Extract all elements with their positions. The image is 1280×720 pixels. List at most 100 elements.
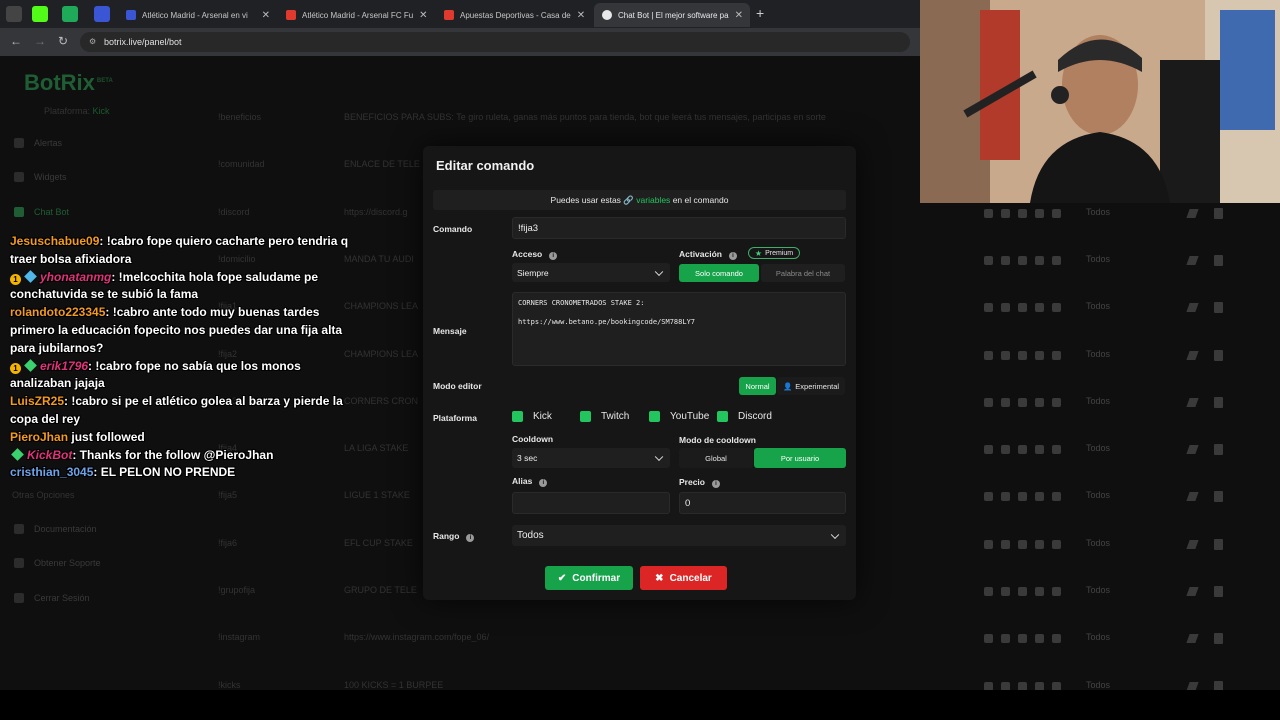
rank-value: Todos (1086, 585, 1111, 595)
command-input[interactable]: !fija3 (512, 217, 846, 239)
delete-icon[interactable] (1214, 444, 1223, 456)
activation-solo-comando-button[interactable]: Solo comando (679, 264, 759, 282)
alias-input[interactable] (512, 492, 670, 514)
platform-icon (984, 303, 993, 313)
edit-icon[interactable] (1186, 255, 1199, 265)
platform-icon (984, 539, 993, 549)
close-icon: ✖ (655, 572, 664, 584)
user-icon: 👤 (782, 381, 793, 391)
platform-discord-checkbox[interactable]: Discord (717, 411, 772, 422)
pinned-tab[interactable] (62, 6, 78, 22)
cooldown-global-button[interactable]: Global (679, 448, 753, 468)
platform-kick-checkbox[interactable]: Kick (512, 411, 552, 422)
activation-label: Activación i (679, 249, 737, 260)
star-icon: ★ (754, 248, 763, 258)
platform-icon (1018, 350, 1027, 360)
delete-icon[interactable] (1214, 633, 1223, 645)
browser-tab-active[interactable]: Chat Bot | El mejor software pa ✕ (594, 3, 750, 27)
price-input[interactable]: 0 (679, 492, 846, 514)
delete-icon[interactable] (1214, 396, 1223, 408)
rank-value: Todos (1086, 395, 1111, 406)
platform-icons (984, 492, 1061, 502)
platform-icon (1018, 303, 1027, 313)
url-field[interactable]: ⚙ botrix.live/panel/bot (80, 32, 910, 52)
delete-icon[interactable] (1214, 207, 1223, 219)
delete-icon[interactable] (1214, 254, 1223, 266)
platform-icon (1001, 350, 1010, 360)
confirm-button[interactable]: ✔ Confirmar (545, 566, 633, 590)
sidebar-item-logout[interactable]: Cerrar Sesión (14, 593, 90, 603)
platform-icon (1018, 255, 1027, 265)
delete-icon[interactable] (1214, 302, 1223, 314)
platform-icon (1035, 539, 1044, 549)
forward-icon[interactable]: → (34, 34, 46, 48)
platform-icon (1035, 255, 1044, 265)
rank-select[interactable]: Todos (512, 525, 846, 546)
info-icon[interactable]: i (712, 480, 720, 488)
editor-experimental-button[interactable]: 👤 Experimental (777, 377, 845, 395)
kick-pinned-tab[interactable] (32, 6, 48, 22)
platform-icon (1018, 397, 1027, 407)
info-icon[interactable]: i (729, 252, 737, 260)
info-icon[interactable]: i (539, 479, 548, 487)
edit-icon[interactable] (1186, 397, 1199, 407)
command-name: !kicks (218, 679, 241, 690)
bottom-bar (0, 690, 1280, 720)
command-text: BENEFICIOS PARA SUBS: Te giro ruleta, ga… (344, 112, 826, 122)
close-tab-icon[interactable]: ✕ (256, 10, 270, 21)
platform-icon (984, 445, 993, 455)
message-textarea[interactable]: CORNERS CRONOMETRADOS STAKE 2: https://w… (512, 292, 846, 366)
browser-tab[interactable]: Atlético Madrid - Arsenal en vi ✕ (118, 3, 278, 27)
reload-icon[interactable]: ↻ (58, 34, 68, 48)
pinned-tab[interactable] (94, 6, 110, 22)
support-icon (14, 558, 24, 568)
platform-icon (1001, 587, 1010, 596)
close-tab-icon[interactable]: ✕ (413, 10, 427, 21)
back-icon[interactable]: ← (10, 34, 22, 48)
edit-icon[interactable] (1186, 208, 1199, 218)
delete-icon[interactable] (1214, 349, 1223, 361)
info-icon[interactable]: i (466, 534, 475, 542)
platform-youtube-checkbox[interactable]: YouTube (649, 411, 709, 422)
browser-tab[interactable]: Atlético Madrid - Arsenal FC Fu ✕ (278, 3, 434, 27)
edit-icon[interactable] (1186, 303, 1199, 313)
edit-icon[interactable] (1186, 634, 1199, 644)
sidebar-item-alertas[interactable]: Alertas (14, 138, 62, 148)
activation-palabra-chat-button[interactable]: Palabra del chat (761, 264, 845, 282)
sidebar-item-widgets[interactable]: Widgets (14, 172, 67, 182)
platform-twitch-checkbox[interactable]: Twitch (580, 411, 629, 422)
delete-icon[interactable] (1214, 586, 1223, 597)
cancel-button[interactable]: ✖ Cancelar (640, 566, 727, 590)
info-icon[interactable]: i (549, 252, 558, 260)
command-name: !comunidad (218, 159, 265, 170)
webcam-feed (920, 0, 1280, 203)
delete-icon[interactable] (1214, 491, 1223, 503)
edit-icon[interactable] (1186, 539, 1199, 549)
access-select[interactable]: Siempre (512, 263, 670, 282)
cooldown-select[interactable]: 3 sec (512, 448, 670, 468)
delete-icon[interactable] (1214, 538, 1223, 550)
edit-icon[interactable] (1186, 587, 1199, 596)
bell-icon (14, 138, 24, 148)
close-tab-icon[interactable]: ✕ (729, 10, 743, 21)
editor-normal-button[interactable]: Normal (739, 377, 776, 395)
checkbox-icon (649, 411, 660, 422)
close-tab-icon[interactable]: ✕ (571, 10, 585, 21)
table-row: !beneficios BENEFICIOS PARA SUBS: Te giro… (200, 112, 920, 132)
new-tab-icon[interactable]: + (756, 5, 764, 21)
browser-tab[interactable]: Apuestas Deportivas - Casa de ✕ (436, 3, 592, 27)
chat-message: cristhian_3045: EL PELON NO PRENDE (10, 464, 360, 482)
sidebar-item-chat-bot[interactable]: Chat Bot (14, 207, 69, 217)
variables-link[interactable]: 🔗 variables (623, 195, 670, 205)
edit-icon[interactable] (1186, 492, 1199, 502)
site-info-icon[interactable]: ⚙ (89, 37, 96, 46)
cooldown-per-user-button[interactable]: Por usuario (754, 448, 846, 468)
edit-icon[interactable] (1186, 445, 1199, 455)
sidebar-item-docs[interactable]: Documentación (14, 524, 97, 534)
sidebar-item-support[interactable]: Obtener Soporte (14, 558, 101, 568)
pinned-tab[interactable] (6, 6, 22, 22)
edit-icon[interactable] (1186, 350, 1199, 360)
command-label: Comando (433, 224, 473, 234)
table-row-actions: Todos (980, 490, 1230, 506)
table-row-actions: Todos (980, 443, 1230, 459)
